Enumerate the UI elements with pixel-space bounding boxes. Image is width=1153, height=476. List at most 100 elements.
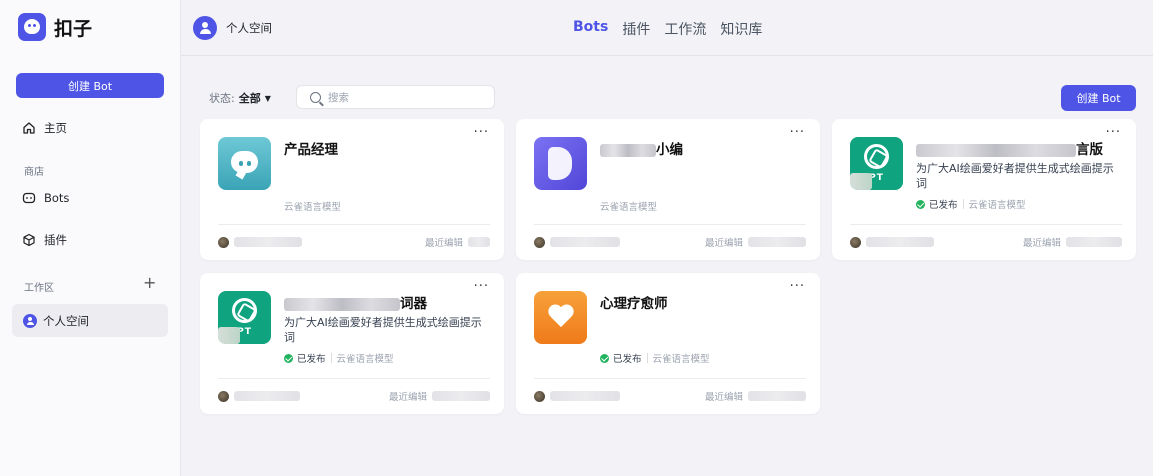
sidebar-item-plugins[interactable]: 插件 — [22, 232, 67, 248]
card-divider — [218, 378, 490, 379]
redacted-owner-name — [234, 237, 302, 247]
tab-workflow[interactable]: 工作流 — [664, 19, 706, 39]
more-options-icon[interactable]: ··· — [790, 125, 805, 140]
space-switcher[interactable]: 个人空间 — [193, 16, 272, 40]
home-icon — [23, 122, 35, 134]
tab-bots[interactable]: Bots — [573, 19, 608, 39]
sidebar-item-label: 个人空间 — [43, 313, 89, 328]
coze-logo-icon — [18, 13, 46, 41]
bot-meta: 云雀语言模型 — [284, 199, 341, 213]
bot-name: 产品经理 — [284, 142, 338, 158]
more-options-icon[interactable]: ··· — [790, 279, 805, 294]
status-filter-value: 全部 — [238, 92, 261, 105]
status-filter[interactable]: 状态: 全部 ▼ — [209, 90, 271, 106]
heart-icon — [534, 291, 587, 344]
owner — [218, 236, 302, 248]
redacted-name-prefix — [284, 297, 400, 311]
bot-name-suffix: 言版 — [1076, 142, 1103, 158]
bookmark-b-icon — [534, 137, 587, 190]
sidebar-item-home[interactable]: 主页 — [22, 120, 67, 136]
user-avatar-icon — [23, 313, 37, 328]
redacted-name-prefix — [916, 143, 1076, 157]
more-options-icon[interactable]: ··· — [474, 279, 489, 294]
store-section-label: 商店 — [24, 167, 44, 178]
check-circle-icon — [916, 199, 925, 209]
card-divider — [534, 224, 806, 225]
card-footer: 最近编辑 — [850, 235, 1122, 249]
owner-avatar — [534, 390, 545, 402]
edited-label: 最近编辑 — [1022, 238, 1061, 249]
sidebar: 扣子 创建 Bot 主页 商店 Bots 插件 工作区 + 个人空间 — [0, 0, 181, 476]
tab-bar: Bots 插件 工作流 知识库 — [573, 19, 762, 39]
bot-name: 言版 — [916, 138, 1103, 158]
space-title: 个人空间 — [226, 21, 272, 35]
chat-bubble-icon — [218, 137, 271, 190]
edited-info: 最近编辑 — [705, 389, 806, 403]
search-placeholder: 搜索 — [328, 91, 349, 104]
redacted-owner-name — [866, 237, 934, 247]
bot-meta: 已发布 云雀语言模型 — [284, 351, 394, 365]
sidebar-item-label: 插件 — [44, 233, 67, 247]
owner-avatar — [850, 236, 861, 248]
card-divider — [534, 378, 806, 379]
redacted-owner-name — [234, 391, 300, 401]
bot-card[interactable]: ··· PT 言版 为广大AI绘画爱好者提供生成式绘画提示词 已发布 云雀语言模… — [832, 119, 1136, 260]
status-filter-label: 状态: — [209, 92, 235, 105]
bot-name-suffix: 词器 — [400, 296, 427, 312]
card-divider — [218, 224, 490, 225]
sidebar-item-bots[interactable]: Bots — [22, 191, 69, 205]
check-circle-icon — [284, 353, 293, 363]
owner — [218, 390, 300, 402]
edited-info: 最近编辑 — [389, 389, 490, 403]
sidebar-create-bot-button[interactable]: 创建 Bot — [16, 73, 164, 98]
bot-card[interactable]: ··· 心理疗愈师 已发布 云雀语言模型 最近编辑 — [516, 273, 820, 414]
model-label: 云雀语言模型 — [600, 202, 658, 213]
more-options-icon[interactable]: ··· — [1106, 125, 1121, 140]
bot-card[interactable]: ··· PT 词器 为广大AI绘画爱好者提供生成式绘画提示词 已发布 云雀语言模… — [200, 273, 504, 414]
edited-label: 最近编辑 — [704, 392, 743, 403]
search-icon — [310, 91, 321, 103]
user-avatar-icon — [193, 16, 217, 40]
create-bot-button[interactable]: 创建 Bot — [1061, 85, 1136, 111]
published-status: 已发布 — [284, 351, 326, 365]
search-input[interactable]: 搜索 — [296, 85, 495, 109]
sidebar-item-label: Bots — [44, 191, 70, 205]
edited-label: 最近编辑 — [424, 238, 463, 249]
meta-separator — [962, 199, 964, 209]
bot-name: 小编 — [600, 138, 683, 158]
model-label: 云雀语言模型 — [652, 354, 710, 365]
redacted-owner-name — [550, 391, 620, 401]
bot-icon — [22, 192, 36, 204]
redacted-edit-time — [748, 237, 806, 247]
owner-avatar — [218, 390, 229, 402]
edited-label: 最近编辑 — [704, 238, 743, 249]
tab-knowledge[interactable]: 知识库 — [720, 19, 762, 39]
bot-name: 心理疗愈师 — [600, 296, 668, 312]
owner — [850, 236, 934, 248]
bot-description: 为广大AI绘画爱好者提供生成式绘画提示词 — [916, 162, 1114, 190]
bot-meta: 已发布 云雀语言模型 — [600, 351, 710, 365]
model-label: 云雀语言模型 — [284, 202, 342, 213]
redacted-name-prefix — [600, 143, 656, 157]
sidebar-item-personal-space[interactable]: 个人空间 — [12, 304, 168, 337]
bot-meta: 已发布 云雀语言模型 — [916, 197, 1026, 211]
redacted-edit-time — [1066, 237, 1122, 247]
owner-avatar — [218, 236, 229, 248]
owner — [534, 236, 620, 248]
card-footer: 最近编辑 — [218, 235, 490, 249]
bot-description: 为广大AI绘画爱好者提供生成式绘画提示词 — [284, 316, 482, 344]
owner-avatar — [534, 236, 545, 248]
app-logo[interactable]: 扣子 — [18, 13, 92, 41]
meta-separator — [646, 353, 648, 363]
cube-icon — [23, 233, 35, 247]
bot-name-suffix: 小编 — [656, 142, 683, 158]
bot-meta: 云雀语言模型 — [600, 199, 657, 213]
tab-plugins[interactable]: 插件 — [622, 19, 650, 39]
card-footer: 最近编辑 — [534, 389, 806, 403]
bot-card[interactable]: ··· 小编 云雀语言模型 最近编辑 — [516, 119, 820, 260]
owner — [534, 390, 620, 402]
bot-card[interactable]: ··· 产品经理 云雀语言模型 最近编辑 — [200, 119, 504, 260]
add-workspace-button[interactable]: + — [143, 275, 156, 291]
header: 个人空间 Bots 插件 工作流 知识库 — [181, 0, 1153, 56]
more-options-icon[interactable]: ··· — [474, 125, 489, 140]
